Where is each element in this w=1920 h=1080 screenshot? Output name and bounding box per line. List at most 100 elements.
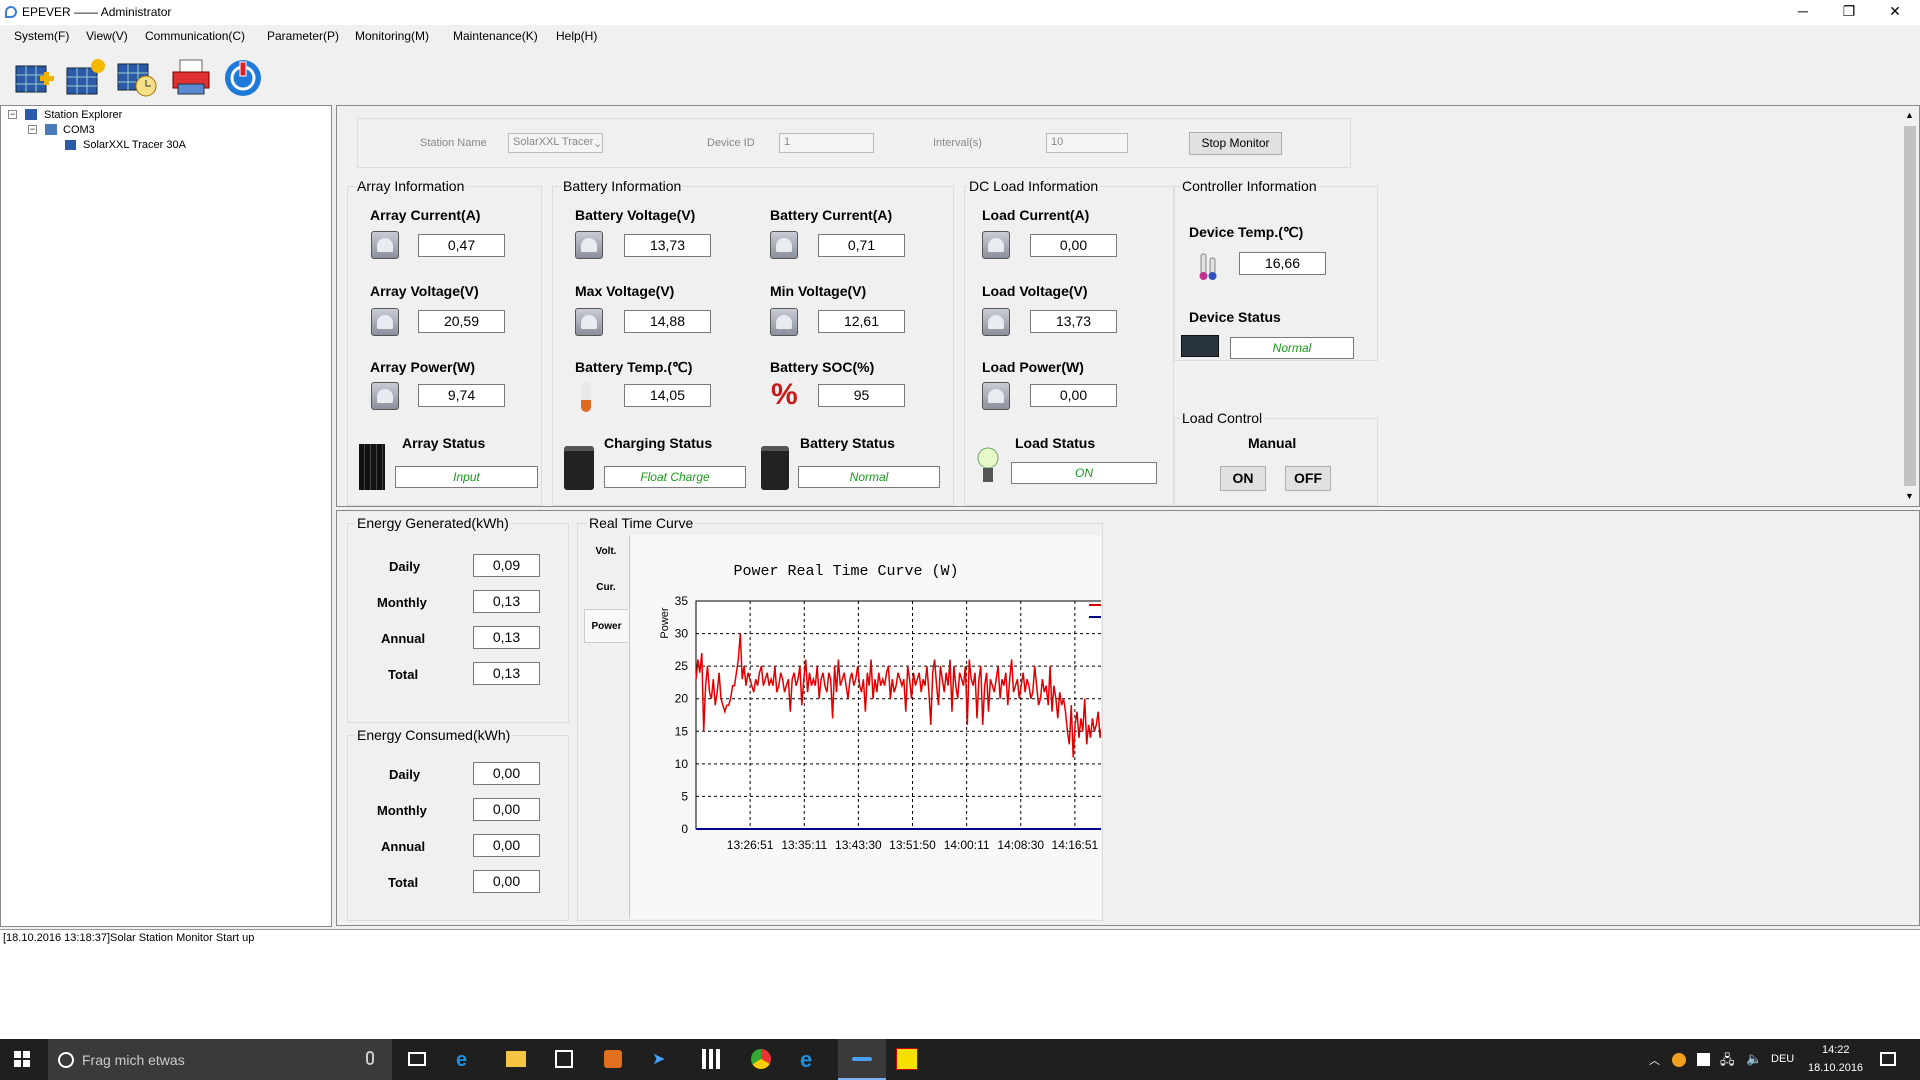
controller-info-title: Controller Information	[1180, 178, 1319, 194]
gauge-icon	[982, 382, 1010, 410]
load-status-value: ON	[1011, 462, 1157, 484]
energy-generated-group	[347, 523, 569, 723]
language-indicator[interactable]: DEU	[1771, 1053, 1794, 1065]
battery-icon	[761, 446, 789, 490]
chevron-down-icon[interactable]: ⌄	[593, 137, 602, 150]
edge-icon[interactable]: e	[456, 1049, 467, 1072]
x-tick-label: 13:35:11	[781, 838, 827, 852]
energy-row-label: Total	[388, 667, 419, 682]
scroll-down-icon[interactable]: ▼	[1905, 491, 1914, 501]
x-tick-label: 13:43:30	[835, 838, 882, 852]
collapse-icon[interactable]: −	[8, 110, 17, 119]
gauge-icon	[575, 308, 603, 336]
close-button[interactable]: ✕	[1872, 0, 1918, 25]
tray-window-icon[interactable]	[1697, 1053, 1710, 1066]
clock-date[interactable]: 18.10.2016	[1808, 1062, 1863, 1074]
chart-title: Power Real Time Curve (W)	[733, 563, 958, 580]
device-id-label: Device ID	[707, 137, 755, 149]
device-status-value: Normal	[1230, 337, 1354, 359]
title-bar: EPEVER —— Administrator ─ ❐ ✕	[0, 0, 1920, 25]
file-explorer-icon[interactable]	[506, 1051, 526, 1067]
battery-status-value: Normal	[798, 466, 940, 488]
menu-monitoring[interactable]: Monitoring(M)	[355, 29, 429, 43]
app-arrow-icon[interactable]: ➤	[652, 1049, 672, 1069]
device-icon	[65, 140, 76, 150]
epever-task-icon[interactable]	[838, 1039, 886, 1080]
menu-parameter[interactable]: Parameter(P)	[267, 29, 339, 43]
volume-icon[interactable]: 🔈	[1746, 1051, 1762, 1067]
battery-icon	[564, 446, 594, 490]
task-view-icon[interactable]	[408, 1052, 426, 1066]
percent-icon: %	[771, 378, 798, 411]
tab-power[interactable]: Power	[584, 609, 628, 643]
battery-soc-label: Battery SOC(%)	[770, 359, 875, 375]
y-tick-label: 35	[675, 594, 689, 608]
menu-maintenance[interactable]: Maintenance(K)	[453, 29, 538, 43]
x-tick-label: 13:51:50	[889, 838, 936, 852]
microphone-icon[interactable]	[366, 1051, 374, 1065]
battery-current-label: Battery Current(A)	[770, 207, 893, 223]
add-station-icon[interactable]	[14, 56, 56, 98]
tree-port[interactable]: COM3	[63, 124, 95, 136]
printer-icon[interactable]	[170, 56, 212, 98]
windows-start-icon[interactable]	[14, 1051, 30, 1067]
show-hidden-icon[interactable]: ︿	[1649, 1052, 1660, 1068]
menu-system[interactable]: System(F)	[14, 29, 69, 43]
tree-root[interactable]: Station Explorer	[44, 109, 122, 121]
tab-volt[interactable]: Volt.	[584, 537, 628, 567]
load-voltage-value: 13,73	[1030, 310, 1117, 333]
menu-communication[interactable]: Communication(C)	[145, 29, 245, 43]
power-chart: Power Real Time Curve (W) Power 0 5 10 15 20…	[659, 563, 1135, 852]
solar-settings-icon[interactable]	[65, 56, 107, 98]
interval-label: Interval(s)	[933, 137, 982, 149]
battery-temp-label: Battery Temp.(℃)	[575, 359, 693, 375]
restore-button[interactable]: ❐	[1826, 0, 1872, 25]
scrollbar-thumb[interactable]	[1904, 126, 1916, 486]
clock-time[interactable]: 14:22	[1822, 1044, 1850, 1056]
calculator-icon[interactable]	[702, 1049, 722, 1069]
max-voltage-value: 14,88	[624, 310, 711, 333]
load-current-label: Load Current(A)	[982, 207, 1090, 223]
array-power-value: 9,74	[418, 384, 505, 407]
solar-clock-icon[interactable]	[116, 56, 158, 98]
chart-ylabel: Power	[659, 607, 671, 639]
vertical-scrollbar[interactable]: ▲ ▼	[1902, 108, 1918, 504]
energy-consumed-annual: 0,00	[473, 834, 540, 857]
device-temp-label: Device Temp.(℃)	[1189, 224, 1304, 240]
gauge-icon	[770, 308, 798, 336]
station-name-select[interactable]: SolarXXL Tracer	[508, 133, 603, 153]
search-box[interactable]: Frag mich etwas	[48, 1039, 392, 1080]
minimize-button[interactable]: ─	[1780, 0, 1826, 25]
tree-device[interactable]: SolarXXL Tracer 30A	[83, 139, 186, 151]
menu-view[interactable]: View(V)	[86, 29, 128, 43]
charging-status-value: Float Charge	[604, 466, 746, 488]
cortana-icon	[58, 1052, 74, 1068]
station-name-label: Station Name	[420, 137, 487, 149]
menu-bar: System(F) View(V) Communication(C) Param…	[0, 25, 1920, 47]
load-on-button[interactable]: ON	[1220, 466, 1266, 491]
menu-help[interactable]: Help(H)	[556, 29, 597, 43]
power-icon[interactable]	[222, 56, 264, 98]
internet-explorer-icon[interactable]: e	[800, 1047, 812, 1073]
tray-app-icon[interactable]	[1672, 1053, 1686, 1067]
media-player-icon[interactable]	[604, 1050, 622, 1068]
scroll-up-icon[interactable]: ▲	[1905, 110, 1914, 120]
load-voltage-label: Load Voltage(V)	[982, 283, 1088, 299]
energy-row-label: Annual	[381, 631, 426, 646]
array-info-title: Array Information	[355, 178, 467, 194]
solar-panel-icon	[359, 444, 385, 490]
energy-row-label: Monthly	[377, 595, 427, 610]
chrome-icon[interactable]	[751, 1049, 771, 1069]
stop-monitor-button[interactable]: Stop Monitor	[1189, 132, 1282, 155]
device-id-input[interactable]: 1	[779, 133, 874, 153]
load-off-button[interactable]: OFF	[1285, 466, 1331, 491]
collapse-icon[interactable]: −	[28, 125, 37, 134]
array-current-value: 0,47	[418, 234, 505, 257]
tab-current[interactable]: Cur.	[584, 573, 628, 603]
interval-input[interactable]: 10	[1046, 133, 1128, 153]
store-icon[interactable]	[555, 1050, 573, 1068]
fix-app-icon[interactable]	[896, 1048, 918, 1070]
load-power-value: 0,00	[1030, 384, 1117, 407]
notifications-icon[interactable]	[1880, 1052, 1896, 1066]
network-icon[interactable]: 🖧	[1720, 1051, 1735, 1073]
